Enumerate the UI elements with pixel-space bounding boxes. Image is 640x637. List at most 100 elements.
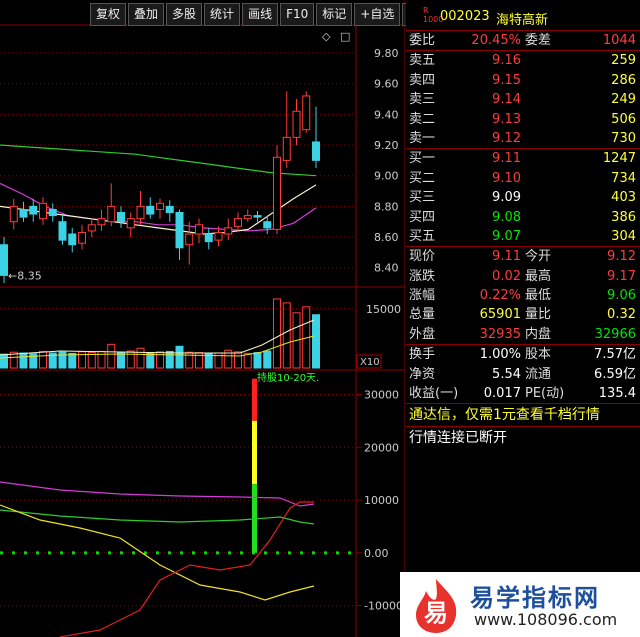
chart-area[interactable]: 9.80 9.60 9.40 9.20 9.00 8.80 8.60 8.40 ←8.35 ◇ □ 1… <box>0 0 405 637</box>
row-label: 外盘 <box>409 326 436 342</box>
candle-body <box>243 215 252 220</box>
row-value-2: 1044 <box>602 33 636 48</box>
candle-body <box>204 233 213 243</box>
volume-bar <box>234 351 242 369</box>
candle-body <box>126 218 135 229</box>
row-label-2: 最低 <box>525 288 552 304</box>
ask-row: 卖四 9.15 286 <box>406 71 640 90</box>
volume-bar <box>146 352 155 369</box>
candle-body <box>156 202 164 210</box>
volume-bar <box>253 352 262 369</box>
row-value-2: 9.17 <box>607 268 636 284</box>
row-value: 20.45% <box>471 33 521 48</box>
candle-body <box>195 224 203 235</box>
connection-status: 行情连接已断开 <box>406 426 640 449</box>
stat-row: 外盘 32935 内盘 32966 <box>406 325 640 344</box>
kline-tick-label: 8.60 <box>374 231 399 244</box>
volume-bar <box>175 345 184 369</box>
bid-row: 买一 9.11 1247 <box>406 148 640 168</box>
row-value: 9.08 <box>492 209 521 225</box>
candle-body <box>9 205 18 223</box>
row-label-2: 股本 <box>525 347 552 363</box>
stock-code: 002023 <box>440 9 490 24</box>
row-label: 卖一 <box>409 130 436 146</box>
row-label: 涨幅 <box>409 288 436 304</box>
volume-bar <box>282 302 291 369</box>
signal-bar-red <box>252 378 257 421</box>
row-value: 9.11 <box>492 151 521 167</box>
row-value: 65901 <box>479 307 521 323</box>
row-value-2: 506 <box>611 111 636 127</box>
ask-row: 卖五 9.16 259 <box>406 50 640 70</box>
row-label-2: 委差 <box>525 33 552 48</box>
kline-tick-label: 9.80 <box>374 47 399 60</box>
row-value-2: 403 <box>611 190 636 206</box>
ask-row: 卖一 9.12 730 <box>406 129 640 148</box>
row-value: 9.11 <box>492 249 521 265</box>
row-value: 0.02 <box>492 268 521 284</box>
candle-body <box>39 202 47 220</box>
candle-body <box>19 208 28 218</box>
stat-row: 收益(一) 0.017 PE(动) 135.4 <box>406 384 640 403</box>
volume-bar <box>165 350 174 369</box>
watermark-url: www.108096.com <box>474 610 618 629</box>
row-value-2: 259 <box>611 53 636 69</box>
candle-body <box>68 233 77 246</box>
row-label-2: 流通 <box>525 366 552 382</box>
row-label: 换手 <box>409 347 436 363</box>
candle-body <box>48 208 57 217</box>
low-price-label: ←8.35 <box>8 269 42 282</box>
row-label: 涨跌 <box>409 268 436 284</box>
row-value: 9.12 <box>492 130 521 146</box>
toolbar-button-3[interactable]: 统计 <box>204 3 241 26</box>
candle-body <box>214 231 223 241</box>
chart-toolbar: 复权叠加多股统计画线F10标记+自选返回 <box>90 3 440 26</box>
volume-bar <box>263 350 272 369</box>
row-label: 收益(一) <box>409 386 459 402</box>
row-value: 9.09 <box>492 190 521 206</box>
volume-bar <box>126 350 135 369</box>
volume-bar <box>185 351 194 369</box>
row-label: 卖三 <box>409 92 436 108</box>
bid-row: 买五 9.07 304 <box>406 227 640 246</box>
ma-line-green <box>0 144 317 177</box>
candle-body <box>224 227 233 235</box>
candle-body <box>234 218 242 227</box>
candle-body <box>175 212 184 249</box>
row-value-2: 734 <box>611 170 636 186</box>
toolbar-button-5[interactable]: F10 <box>280 3 315 26</box>
kline-tick-label: 9.40 <box>374 108 399 121</box>
bid-row: 买三 9.09 403 <box>406 188 640 207</box>
candle-body <box>165 205 174 214</box>
row-label-2: 今开 <box>525 249 552 265</box>
watermark-title: 易学指标网 <box>470 584 600 612</box>
toolbar-button-6[interactable]: 标记 <box>316 3 353 26</box>
candle-body <box>78 231 86 244</box>
row-value-2: 249 <box>611 92 636 108</box>
toolbar-button-0[interactable]: 复权 <box>90 3 127 26</box>
ask-row: 卖三 9.14 249 <box>406 90 640 109</box>
kline-tick-label: 9.20 <box>374 139 399 152</box>
bid-row: 买二 9.10 734 <box>406 169 640 188</box>
volume-tick-label: 15000 <box>366 303 401 316</box>
quote-panel: R 1000 002023 海特高新 委比 20.45% 委差 1044 卖五 9.16 25… <box>406 0 640 637</box>
row-value: 9.15 <box>492 72 521 88</box>
candle-body <box>253 215 262 218</box>
stat-row: 涨幅 0.22% 最低 9.06 <box>406 286 640 305</box>
toolbar-button-7[interactable]: +自选 <box>354 3 401 26</box>
kline-tick-label: 8.40 <box>374 262 399 275</box>
row-label: 卖四 <box>409 72 436 88</box>
candle-body <box>117 212 125 223</box>
kline-tick-label: 9.00 <box>374 170 399 183</box>
candle-body <box>136 205 145 220</box>
row-value: 1.00% <box>479 347 521 363</box>
row-label: 卖二 <box>409 111 436 127</box>
toolbar-button-2[interactable]: 多股 <box>166 3 203 26</box>
indicator-tick-label: -10000 <box>364 600 403 613</box>
row-label: 买一 <box>409 151 436 167</box>
candle-body <box>58 221 67 241</box>
volume-bar <box>117 351 125 369</box>
toolbar-button-4[interactable]: 画线 <box>242 3 279 26</box>
toolbar-button-1[interactable]: 叠加 <box>128 3 165 26</box>
upgrade-notice[interactable]: 通达信，仅需1元查看千档行情 <box>406 403 640 426</box>
